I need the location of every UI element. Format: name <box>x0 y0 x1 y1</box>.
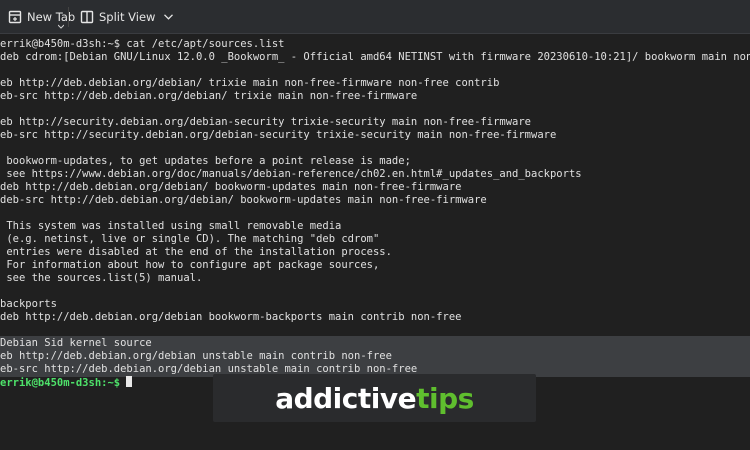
terminal-line: eb-src http://deb.debian.org/debian/ tri… <box>0 90 418 102</box>
split-view-button[interactable]: Split View <box>74 0 179 33</box>
terminal-line: (e.g. netinst, live or single CD). The m… <box>0 233 380 245</box>
split-view-chevron-down-icon[interactable] <box>164 13 174 20</box>
new-tab-button[interactable]: New Tab <box>2 0 81 33</box>
terminal-line: eb http://security.debian.org/debian-sec… <box>0 116 532 128</box>
terminal-line: see https://www.debian.org/doc/manuals/d… <box>0 168 582 180</box>
new-tab-dropdown-icon[interactable] <box>58 24 64 30</box>
text-cursor <box>126 376 133 387</box>
terminal-line: bookworm-updates, to get updates before … <box>0 155 411 167</box>
terminal-line: For information about how to configure a… <box>0 259 380 271</box>
prompt-user: errik@b450m-d3sh:~$ <box>0 377 121 389</box>
terminal-line: eb http://deb.debian.org/debian unstable… <box>0 350 392 362</box>
terminal-line: errik@b450m-d3sh:~$ cat /etc/apt/sources… <box>0 38 285 50</box>
terminal-line: backports <box>0 298 57 310</box>
terminal-line: This system was installed using small re… <box>0 220 342 232</box>
terminal-toolbar: New Tab Split View <box>0 0 750 34</box>
terminal-line: eb-src http://security.debian.org/debian… <box>0 129 557 141</box>
split-view-icon <box>80 10 94 24</box>
addictivetips-watermark-logo: addictive tips <box>213 374 536 422</box>
terminal-line: Debian Sid kernel source <box>0 337 152 349</box>
terminal-line: deb cdrom:[Debian GNU/Linux 12.0.0 _Book… <box>0 51 750 63</box>
terminal-line: see the sources.list(5) manual. <box>0 272 203 284</box>
logo-text-tips: tips <box>416 381 474 415</box>
new-tab-icon <box>8 10 22 24</box>
toolbar-separator <box>68 7 69 27</box>
terminal-line: deb http://deb.debian.org/debian bookwor… <box>0 311 462 323</box>
terminal-line: deb-src http://deb.debian.org/debian/ bo… <box>0 194 487 206</box>
terminal-line: entries were disabled at the end of the … <box>0 246 392 258</box>
split-view-label: Split View <box>99 9 156 24</box>
terminal-line: eb http://deb.debian.org/debian/ trixie … <box>0 77 500 89</box>
terminal-line: deb http://deb.debian.org/debian/ bookwo… <box>0 181 462 193</box>
logo-text-addictive: addictive <box>275 381 417 415</box>
